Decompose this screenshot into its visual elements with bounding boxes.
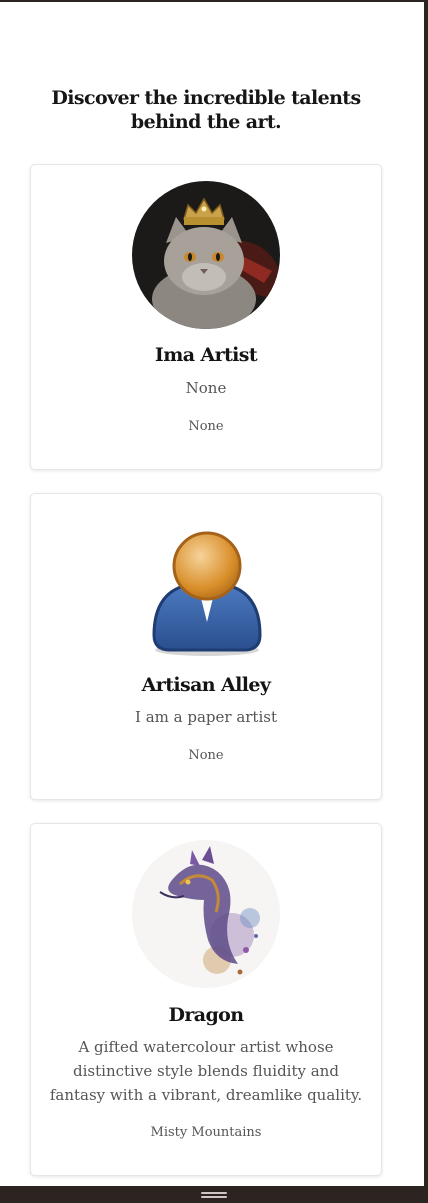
artist-name[interactable]: Artisan Alley [31, 673, 381, 697]
artist-location: Misty Mountains [150, 1125, 262, 1140]
watercolor-dragon-icon [132, 840, 280, 988]
artist-card[interactable]: Dragon A gifted watercolour artist whose… [30, 823, 382, 1176]
artist-card[interactable]: Artisan Alley I am a paper artist None [30, 493, 382, 800]
dragon-avatar-image [132, 840, 280, 988]
drag-handle-icon[interactable] [201, 1191, 227, 1198]
cat-avatar-image [132, 181, 280, 329]
artist-name[interactable]: Ima Artist [31, 343, 381, 367]
default-user-avatar [132, 510, 280, 658]
artist-location: None [188, 419, 224, 434]
default-user-icon [152, 531, 262, 656]
artist-name[interactable]: Dragon [31, 1003, 381, 1027]
window-top-border [0, 0, 428, 2]
bottom-toolbar [0, 1186, 428, 1203]
artist-card[interactable]: Ima Artist None None [30, 164, 382, 470]
artist-bio: None [185, 379, 227, 397]
artist-location: None [188, 748, 224, 763]
window-right-border [424, 0, 428, 1203]
page-heading: Discover the incredible talents behind t… [51, 87, 361, 133]
artist-bio: A gifted watercolour artist whose distin… [49, 1038, 363, 1104]
cat-photo-icon [132, 181, 280, 329]
artist-bio: I am a paper artist [135, 708, 277, 726]
